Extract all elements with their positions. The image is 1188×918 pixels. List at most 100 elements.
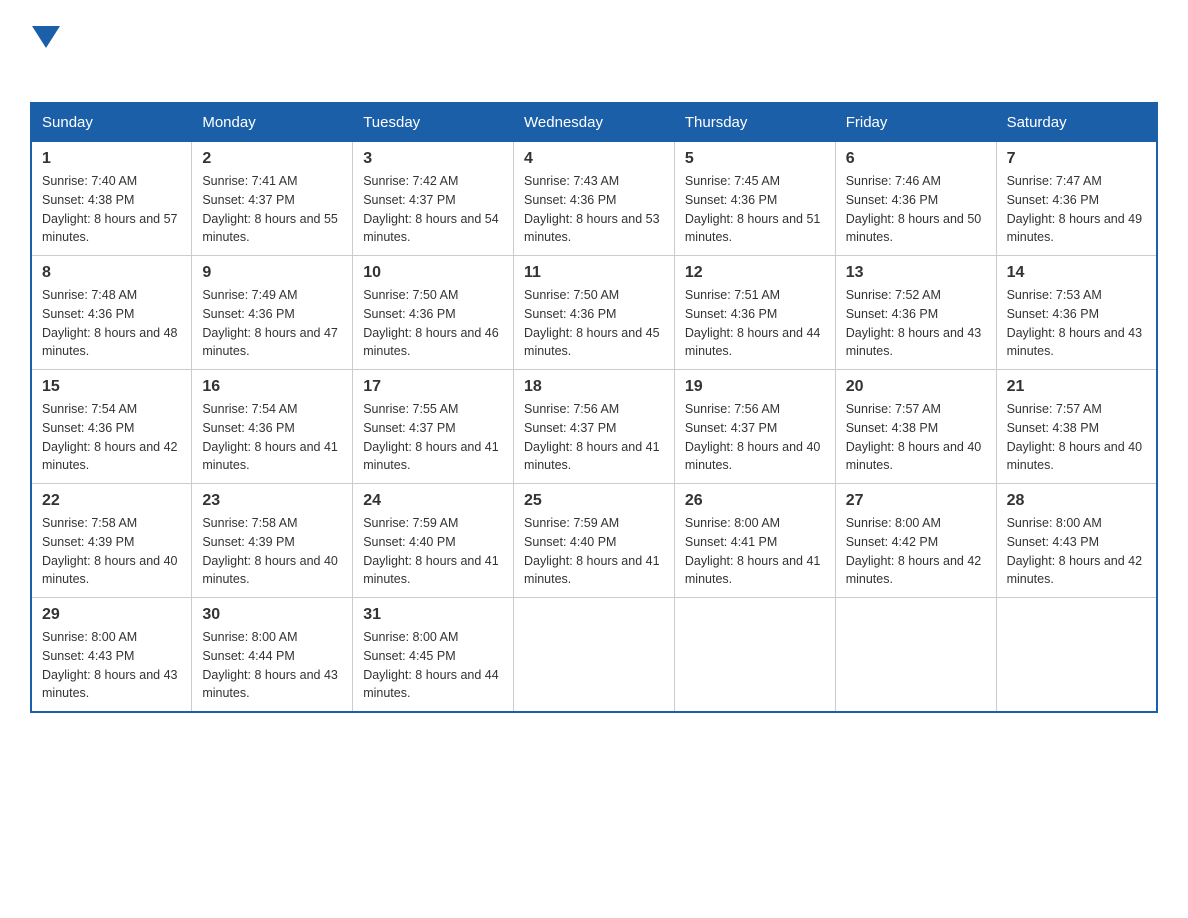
- calendar-day-cell: 18 Sunrise: 7:56 AMSunset: 4:37 PMDaylig…: [514, 370, 675, 484]
- calendar-day-cell: 30 Sunrise: 8:00 AMSunset: 4:44 PMDaylig…: [192, 598, 353, 713]
- calendar-header-row: SundayMondayTuesdayWednesdayThursdayFrid…: [31, 103, 1157, 142]
- day-info: Sunrise: 7:47 AMSunset: 4:36 PMDaylight:…: [1007, 174, 1143, 244]
- calendar-day-cell: [674, 598, 835, 713]
- day-info: Sunrise: 7:42 AMSunset: 4:37 PMDaylight:…: [363, 174, 499, 244]
- day-info: Sunrise: 8:00 AMSunset: 4:42 PMDaylight:…: [846, 516, 982, 586]
- day-number: 1: [42, 150, 181, 168]
- calendar-week-row: 22 Sunrise: 7:58 AMSunset: 4:39 PMDaylig…: [31, 484, 1157, 598]
- day-info: Sunrise: 7:57 AMSunset: 4:38 PMDaylight:…: [1007, 402, 1143, 472]
- logo-triangle-icon: [32, 26, 60, 48]
- day-number: 16: [202, 378, 342, 396]
- day-number: 30: [202, 606, 342, 624]
- day-info: Sunrise: 7:43 AMSunset: 4:36 PMDaylight:…: [524, 174, 660, 244]
- day-info: Sunrise: 7:52 AMSunset: 4:36 PMDaylight:…: [846, 288, 982, 358]
- calendar-day-cell: 8 Sunrise: 7:48 AMSunset: 4:36 PMDayligh…: [31, 256, 192, 370]
- calendar-day-cell: 14 Sunrise: 7:53 AMSunset: 4:36 PMDaylig…: [996, 256, 1157, 370]
- calendar-day-cell: 22 Sunrise: 7:58 AMSunset: 4:39 PMDaylig…: [31, 484, 192, 598]
- day-number: 2: [202, 150, 342, 168]
- day-info: Sunrise: 7:56 AMSunset: 4:37 PMDaylight:…: [685, 402, 821, 472]
- calendar-day-cell: 31 Sunrise: 8:00 AMSunset: 4:45 PMDaylig…: [353, 598, 514, 713]
- day-number: 25: [524, 492, 664, 510]
- day-info: Sunrise: 7:59 AMSunset: 4:40 PMDaylight:…: [363, 516, 499, 586]
- day-number: 21: [1007, 378, 1146, 396]
- day-info: Sunrise: 7:57 AMSunset: 4:38 PMDaylight:…: [846, 402, 982, 472]
- day-info: Sunrise: 7:48 AMSunset: 4:36 PMDaylight:…: [42, 288, 178, 358]
- calendar-day-cell: 23 Sunrise: 7:58 AMSunset: 4:39 PMDaylig…: [192, 484, 353, 598]
- page-header: [30, 20, 1158, 82]
- calendar-week-row: 29 Sunrise: 8:00 AMSunset: 4:43 PMDaylig…: [31, 598, 1157, 713]
- calendar-day-cell: 9 Sunrise: 7:49 AMSunset: 4:36 PMDayligh…: [192, 256, 353, 370]
- calendar-day-cell: 26 Sunrise: 8:00 AMSunset: 4:41 PMDaylig…: [674, 484, 835, 598]
- calendar-day-cell: 16 Sunrise: 7:54 AMSunset: 4:36 PMDaylig…: [192, 370, 353, 484]
- calendar-day-cell: 2 Sunrise: 7:41 AMSunset: 4:37 PMDayligh…: [192, 142, 353, 256]
- day-info: Sunrise: 7:46 AMSunset: 4:36 PMDaylight:…: [846, 174, 982, 244]
- day-info: Sunrise: 7:59 AMSunset: 4:40 PMDaylight:…: [524, 516, 660, 586]
- calendar-day-cell: 27 Sunrise: 8:00 AMSunset: 4:42 PMDaylig…: [835, 484, 996, 598]
- calendar-day-cell: 11 Sunrise: 7:50 AMSunset: 4:36 PMDaylig…: [514, 256, 675, 370]
- calendar-day-cell: 21 Sunrise: 7:57 AMSunset: 4:38 PMDaylig…: [996, 370, 1157, 484]
- day-number: 7: [1007, 150, 1146, 168]
- calendar-day-cell: 7 Sunrise: 7:47 AMSunset: 4:36 PMDayligh…: [996, 142, 1157, 256]
- day-number: 13: [846, 264, 986, 282]
- day-number: 12: [685, 264, 825, 282]
- day-number: 17: [363, 378, 503, 396]
- calendar-day-cell: 29 Sunrise: 8:00 AMSunset: 4:43 PMDaylig…: [31, 598, 192, 713]
- calendar-week-row: 8 Sunrise: 7:48 AMSunset: 4:36 PMDayligh…: [31, 256, 1157, 370]
- calendar-day-cell: 12 Sunrise: 7:51 AMSunset: 4:36 PMDaylig…: [674, 256, 835, 370]
- day-of-week-header: Thursday: [674, 103, 835, 142]
- day-number: 4: [524, 150, 664, 168]
- calendar-day-cell: [514, 598, 675, 713]
- day-info: Sunrise: 8:00 AMSunset: 4:43 PMDaylight:…: [42, 630, 178, 700]
- calendar-day-cell: 17 Sunrise: 7:55 AMSunset: 4:37 PMDaylig…: [353, 370, 514, 484]
- day-number: 28: [1007, 492, 1146, 510]
- calendar-week-row: 15 Sunrise: 7:54 AMSunset: 4:36 PMDaylig…: [31, 370, 1157, 484]
- calendar-day-cell: 24 Sunrise: 7:59 AMSunset: 4:40 PMDaylig…: [353, 484, 514, 598]
- day-info: Sunrise: 7:49 AMSunset: 4:36 PMDaylight:…: [202, 288, 338, 358]
- calendar-day-cell: 15 Sunrise: 7:54 AMSunset: 4:36 PMDaylig…: [31, 370, 192, 484]
- day-number: 27: [846, 492, 986, 510]
- day-of-week-header: Tuesday: [353, 103, 514, 142]
- calendar-day-cell: 6 Sunrise: 7:46 AMSunset: 4:36 PMDayligh…: [835, 142, 996, 256]
- day-number: 24: [363, 492, 503, 510]
- day-number: 8: [42, 264, 181, 282]
- day-number: 29: [42, 606, 181, 624]
- day-info: Sunrise: 7:55 AMSunset: 4:37 PMDaylight:…: [363, 402, 499, 472]
- day-info: Sunrise: 7:58 AMSunset: 4:39 PMDaylight:…: [42, 516, 178, 586]
- day-info: Sunrise: 7:50 AMSunset: 4:36 PMDaylight:…: [363, 288, 499, 358]
- calendar-day-cell: 1 Sunrise: 7:40 AMSunset: 4:38 PMDayligh…: [31, 142, 192, 256]
- calendar-day-cell: 5 Sunrise: 7:45 AMSunset: 4:36 PMDayligh…: [674, 142, 835, 256]
- day-number: 18: [524, 378, 664, 396]
- calendar-day-cell: [996, 598, 1157, 713]
- logo: [30, 20, 60, 82]
- day-info: Sunrise: 7:50 AMSunset: 4:36 PMDaylight:…: [524, 288, 660, 358]
- day-of-week-header: Monday: [192, 103, 353, 142]
- day-number: 22: [42, 492, 181, 510]
- day-info: Sunrise: 8:00 AMSunset: 4:43 PMDaylight:…: [1007, 516, 1143, 586]
- day-info: Sunrise: 7:58 AMSunset: 4:39 PMDaylight:…: [202, 516, 338, 586]
- day-info: Sunrise: 7:40 AMSunset: 4:38 PMDaylight:…: [42, 174, 178, 244]
- day-info: Sunrise: 7:45 AMSunset: 4:36 PMDaylight:…: [685, 174, 821, 244]
- calendar-day-cell: 25 Sunrise: 7:59 AMSunset: 4:40 PMDaylig…: [514, 484, 675, 598]
- day-info: Sunrise: 8:00 AMSunset: 4:44 PMDaylight:…: [202, 630, 338, 700]
- day-info: Sunrise: 8:00 AMSunset: 4:41 PMDaylight:…: [685, 516, 821, 586]
- day-info: Sunrise: 7:41 AMSunset: 4:37 PMDaylight:…: [202, 174, 338, 244]
- calendar-week-row: 1 Sunrise: 7:40 AMSunset: 4:38 PMDayligh…: [31, 142, 1157, 256]
- day-of-week-header: Saturday: [996, 103, 1157, 142]
- day-number: 9: [202, 264, 342, 282]
- calendar-day-cell: 3 Sunrise: 7:42 AMSunset: 4:37 PMDayligh…: [353, 142, 514, 256]
- day-of-week-header: Wednesday: [514, 103, 675, 142]
- day-number: 14: [1007, 264, 1146, 282]
- day-number: 10: [363, 264, 503, 282]
- day-number: 19: [685, 378, 825, 396]
- day-number: 31: [363, 606, 503, 624]
- calendar-day-cell: [835, 598, 996, 713]
- day-number: 20: [846, 378, 986, 396]
- calendar-day-cell: 20 Sunrise: 7:57 AMSunset: 4:38 PMDaylig…: [835, 370, 996, 484]
- day-info: Sunrise: 7:51 AMSunset: 4:36 PMDaylight:…: [685, 288, 821, 358]
- day-number: 5: [685, 150, 825, 168]
- day-of-week-header: Friday: [835, 103, 996, 142]
- day-info: Sunrise: 8:00 AMSunset: 4:45 PMDaylight:…: [363, 630, 499, 700]
- day-number: 15: [42, 378, 181, 396]
- day-of-week-header: Sunday: [31, 103, 192, 142]
- calendar-table: SundayMondayTuesdayWednesdayThursdayFrid…: [30, 102, 1158, 713]
